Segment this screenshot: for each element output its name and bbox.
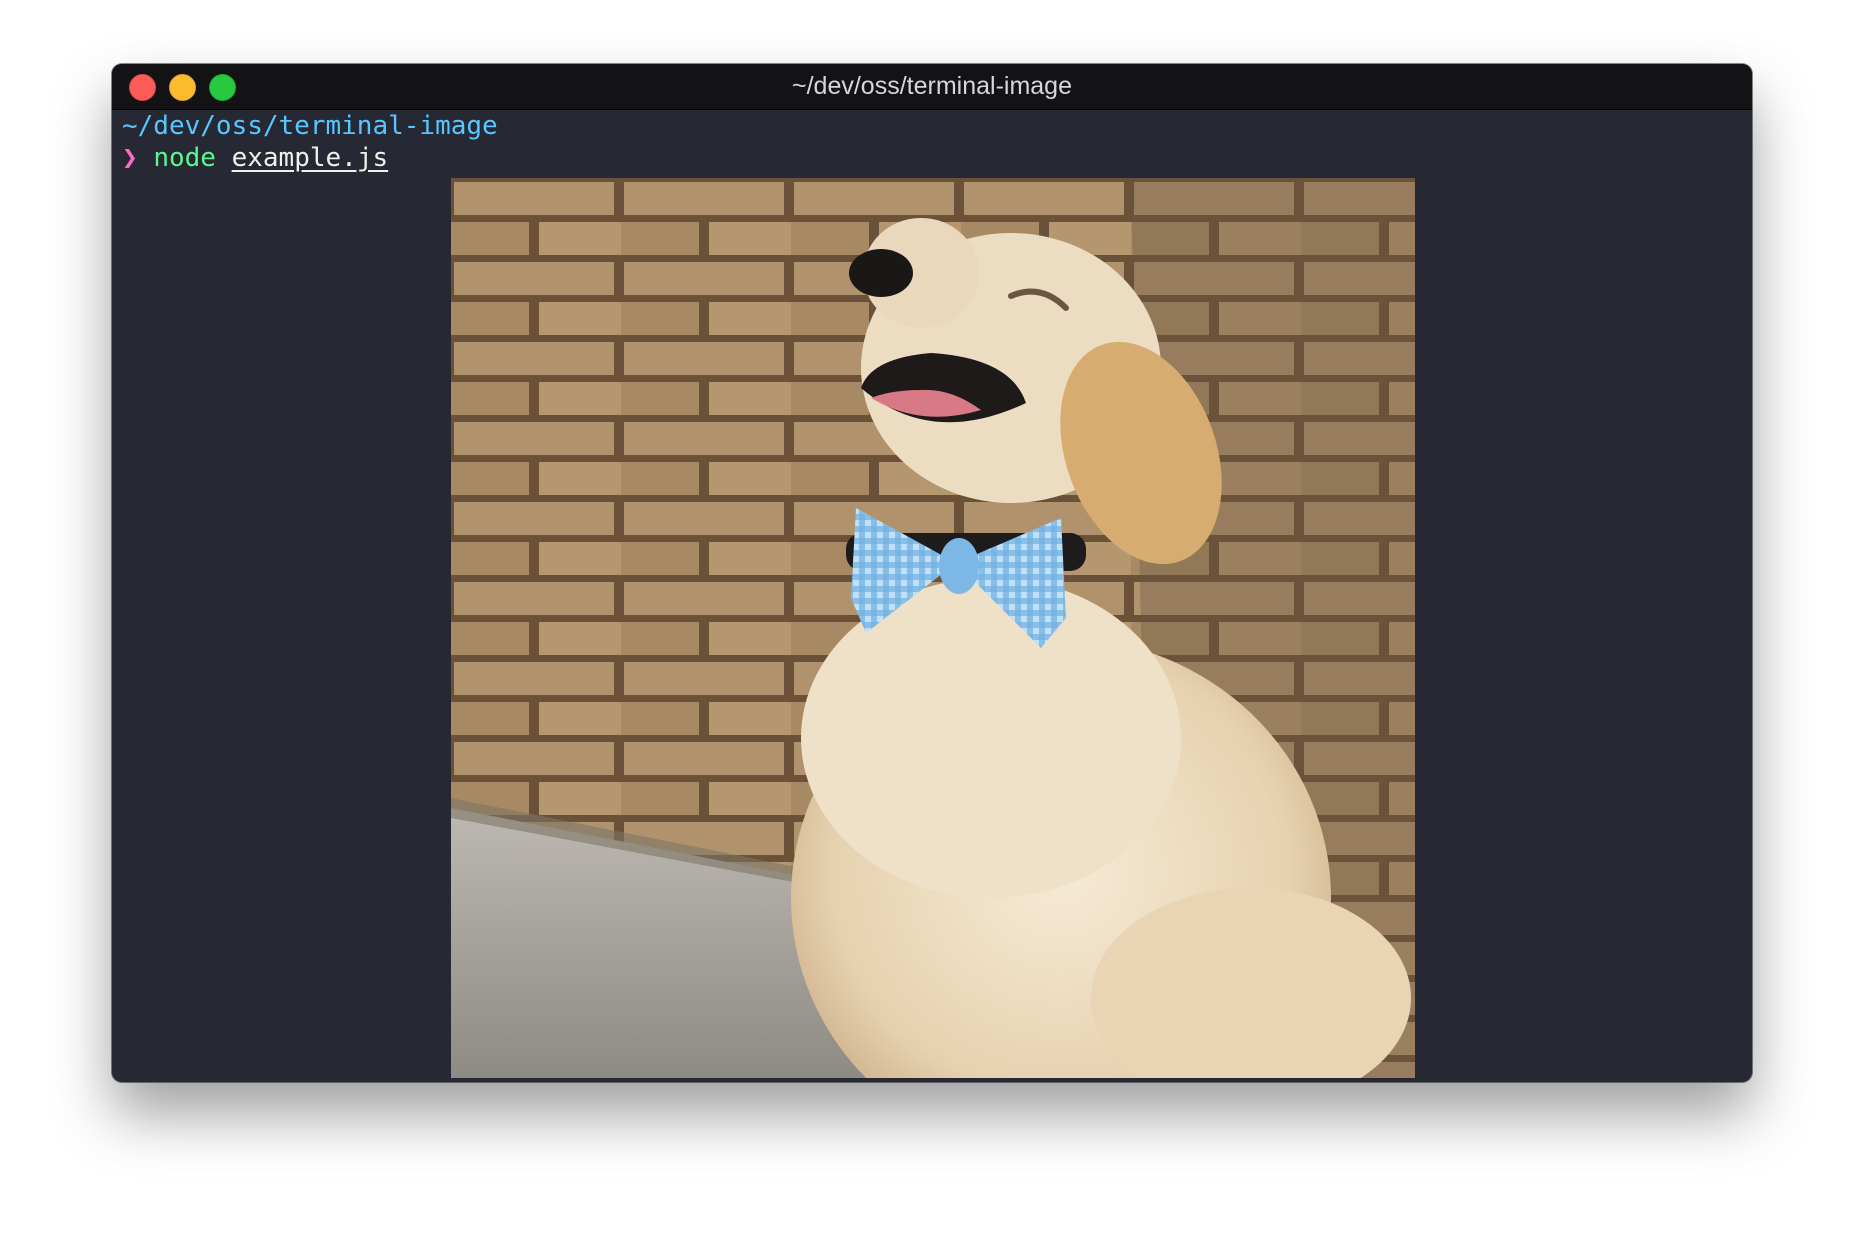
command-argument: example.js xyxy=(231,143,389,173)
current-directory: ~/dev/oss/terminal-image xyxy=(122,111,498,141)
title-bar[interactable]: ~/dev/oss/terminal-image xyxy=(112,64,1752,110)
command-line: ❯ node example.js xyxy=(122,142,388,174)
puppy-photo xyxy=(451,178,1415,1078)
terminal-window: ~/dev/oss/terminal-image ~/dev/oss/termi… xyxy=(112,64,1752,1082)
prompt-symbol: ❯ xyxy=(122,143,138,173)
command-name: node xyxy=(153,143,216,173)
terminal-content[interactable]: ~/dev/oss/terminal-image ❯ node example.… xyxy=(112,110,1752,1082)
window-title: ~/dev/oss/terminal-image xyxy=(792,72,1072,100)
rendered-output-image xyxy=(451,178,1415,1078)
